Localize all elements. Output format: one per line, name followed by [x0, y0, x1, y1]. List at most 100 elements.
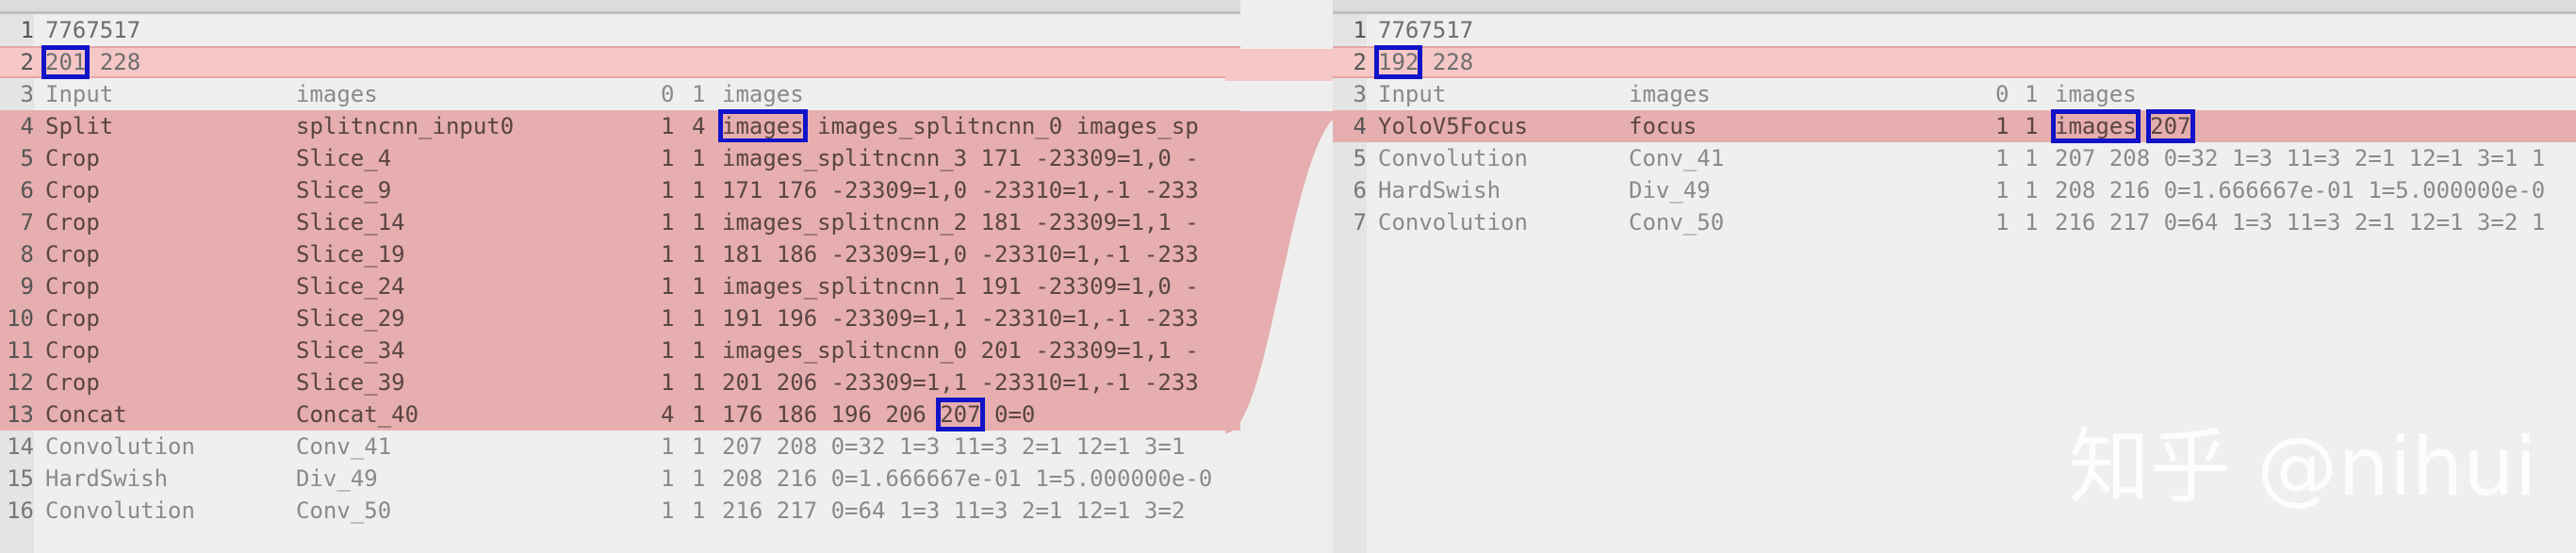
layer-params: images 207 — [2051, 109, 2195, 143]
layer-type: Concat — [45, 401, 127, 428]
line-number: 5 — [1353, 145, 1367, 171]
layer-params: 171 176 -23309=1,0 -23310=1,-1 -233 — [722, 174, 1199, 206]
input-count: 1 — [661, 145, 675, 171]
line-number: 4 — [1353, 113, 1367, 139]
code-line: 3 Input images 0 1 images — [1333, 78, 2576, 110]
layer-name: Slice_4 — [296, 145, 392, 171]
output-count: 1 — [692, 305, 706, 332]
line-number: 14 — [7, 433, 34, 460]
input-count: 1 — [661, 305, 675, 332]
layer-params: images_splitncnn_0 201 -23309=1,1 - — [722, 334, 1199, 366]
param-token: images — [718, 109, 808, 143]
code-line: 5 Convolution Conv_41 1 1 207 208 0=32 1=3 11… — [1333, 142, 2576, 174]
zhihu-watermark: 知乎 @nihui — [2069, 420, 2537, 514]
layer-type: Crop — [45, 145, 100, 171]
param-token: 191 196 -23309=1,1 -23310=1,-1 -233 — [722, 305, 1199, 332]
code-line: 13 Concat Concat_40 4 1 176 186 196 206 207 0… — [0, 398, 1240, 431]
layer-type: HardSwish — [1378, 177, 1501, 203]
param-token: 181 186 -23309=1,0 -23310=1,-1 -233 — [722, 241, 1199, 268]
param-token: images — [722, 81, 804, 107]
right-pane-header — [1333, 0, 2576, 11]
output-count: 4 — [692, 113, 706, 139]
token: 228 — [99, 49, 141, 75]
param-token: 208 216 0=1.666667e-01 1=5.000000e-0 — [2055, 177, 2546, 203]
input-count: 1 — [661, 369, 675, 396]
layer-params: 207 208 0=32 1=3 11=3 2=1 12=1 3=1 — [722, 431, 1185, 463]
input-count: 1 — [661, 273, 675, 300]
layer-name: Div_49 — [296, 465, 378, 492]
output-count: 1 — [692, 401, 706, 428]
layer-name: Slice_34 — [296, 337, 405, 364]
left-pane-header — [0, 0, 1240, 11]
layer-name: images — [1629, 81, 1711, 107]
layer-type: Crop — [45, 209, 100, 236]
layer-params: 208 216 0=1.666667e-01 1=5.000000e-0 — [722, 463, 1212, 495]
param-token: images_splitncnn_2 181 -23309=1,1 - — [722, 209, 1199, 236]
line-text: 7767517 — [45, 14, 140, 46]
param-token: 171 176 -23309=1,0 -23310=1,-1 -233 — [722, 177, 1199, 203]
layer-params: 207 208 0=32 1=3 11=3 2=1 12=1 3=1 1 — [2055, 142, 2545, 174]
param-token: images_splitncnn_1 191 -23309=1,0 - — [722, 273, 1199, 300]
layer-params: 191 196 -23309=1,1 -23310=1,-1 -233 — [722, 302, 1199, 334]
line-number: 4 — [20, 113, 34, 139]
layer-name: Concat_40 — [296, 401, 419, 428]
layer-params: images_splitncnn_2 181 -23309=1,1 - — [722, 206, 1199, 238]
layer-type: HardSwish — [45, 465, 169, 492]
code-line: 1 7767517 — [0, 14, 1240, 46]
param-token: images — [2051, 109, 2141, 143]
param-token: 207 208 0=32 1=3 11=3 2=1 12=1 3=1 — [722, 433, 1186, 460]
layer-name: images — [296, 81, 378, 107]
input-count: 1 — [661, 241, 675, 268]
input-count: 1 — [1995, 177, 2010, 203]
param-token: images — [2055, 81, 2137, 107]
code-line: 15 HardSwish Div_49 1 1 208 216 0=1.666667e-0… — [0, 463, 1240, 495]
layer-name: splitncnn_input0 — [296, 113, 515, 139]
output-count: 1 — [692, 337, 706, 364]
layer-name: Conv_41 — [296, 433, 392, 460]
layer-type: Crop — [45, 241, 100, 268]
param-token: images_splitncnn_3 171 -23309=1,0 - — [722, 145, 1199, 171]
input-count: 0 — [1995, 81, 2010, 107]
left-diff-pane[interactable]: 1 7767517 2 201 228 3 Input images 0 1 images 4 Spl… — [0, 0, 1240, 553]
layer-name: Slice_39 — [296, 369, 405, 396]
line-number: 7 — [1353, 209, 1367, 236]
layer-type: Crop — [45, 369, 100, 396]
param-token: 176 186 196 206 — [722, 401, 927, 428]
layer-name: Conv_41 — [1629, 145, 1725, 171]
code-line: 16 Convolution Conv_50 1 1 216 217 0=64 1=3 1… — [0, 495, 1240, 527]
output-count: 1 — [2025, 177, 2039, 203]
token: 7767517 — [1378, 17, 1474, 43]
output-count: 1 — [692, 465, 706, 492]
layer-type: Convolution — [45, 433, 195, 460]
layer-params: 216 217 0=64 1=3 11=3 2=1 12=1 3=2 1 — [2055, 206, 2545, 238]
input-count: 1 — [661, 113, 675, 139]
code-line: 9 Crop Slice_24 1 1 images_splitncnn_1 191 -2… — [0, 270, 1240, 302]
param-token: 216 217 0=64 1=3 11=3 2=1 12=1 3=2 — [722, 497, 1186, 524]
layer-type: Crop — [45, 273, 100, 300]
layer-type: Crop — [45, 177, 100, 203]
layer-type: Split — [45, 113, 114, 139]
code-line: 10 Crop Slice_29 1 1 191 196 -23309=1,1 -2331… — [0, 302, 1240, 334]
line-number: 2 — [1353, 49, 1367, 75]
line-number: 8 — [20, 241, 34, 268]
param-token: 207 — [936, 398, 985, 431]
line-number: 6 — [1353, 177, 1367, 203]
layer-params: 216 217 0=64 1=3 11=3 2=1 12=1 3=2 — [722, 495, 1185, 527]
output-count: 1 — [692, 209, 706, 236]
layer-name: Div_49 — [1629, 177, 1711, 203]
code-line: 11 Crop Slice_34 1 1 images_splitncnn_0 201 -… — [0, 334, 1240, 366]
line-number: 12 — [7, 369, 34, 396]
code-line: 6 HardSwish Div_49 1 1 208 216 0=1.666667e-01… — [1333, 174, 2576, 206]
layer-params: images — [2055, 78, 2137, 110]
param-token: 207 208 0=32 1=3 11=3 2=1 12=1 3=1 1 — [2055, 145, 2546, 171]
output-count: 1 — [692, 369, 706, 396]
layer-params: 208 216 0=1.666667e-01 1=5.000000e-0 — [2055, 174, 2545, 206]
layer-params: 176 186 196 206 207 0=0 — [722, 398, 1035, 431]
input-count: 1 — [1995, 113, 2010, 139]
output-count: 1 — [692, 433, 706, 460]
line-number: 11 — [7, 337, 34, 364]
layer-type: Crop — [45, 305, 100, 332]
param-token: images_splitncnn_0 images_sp — [817, 113, 1199, 139]
layer-params: images_splitncnn_1 191 -23309=1,0 - — [722, 270, 1199, 302]
code-line: 1 7767517 — [1333, 14, 2576, 46]
